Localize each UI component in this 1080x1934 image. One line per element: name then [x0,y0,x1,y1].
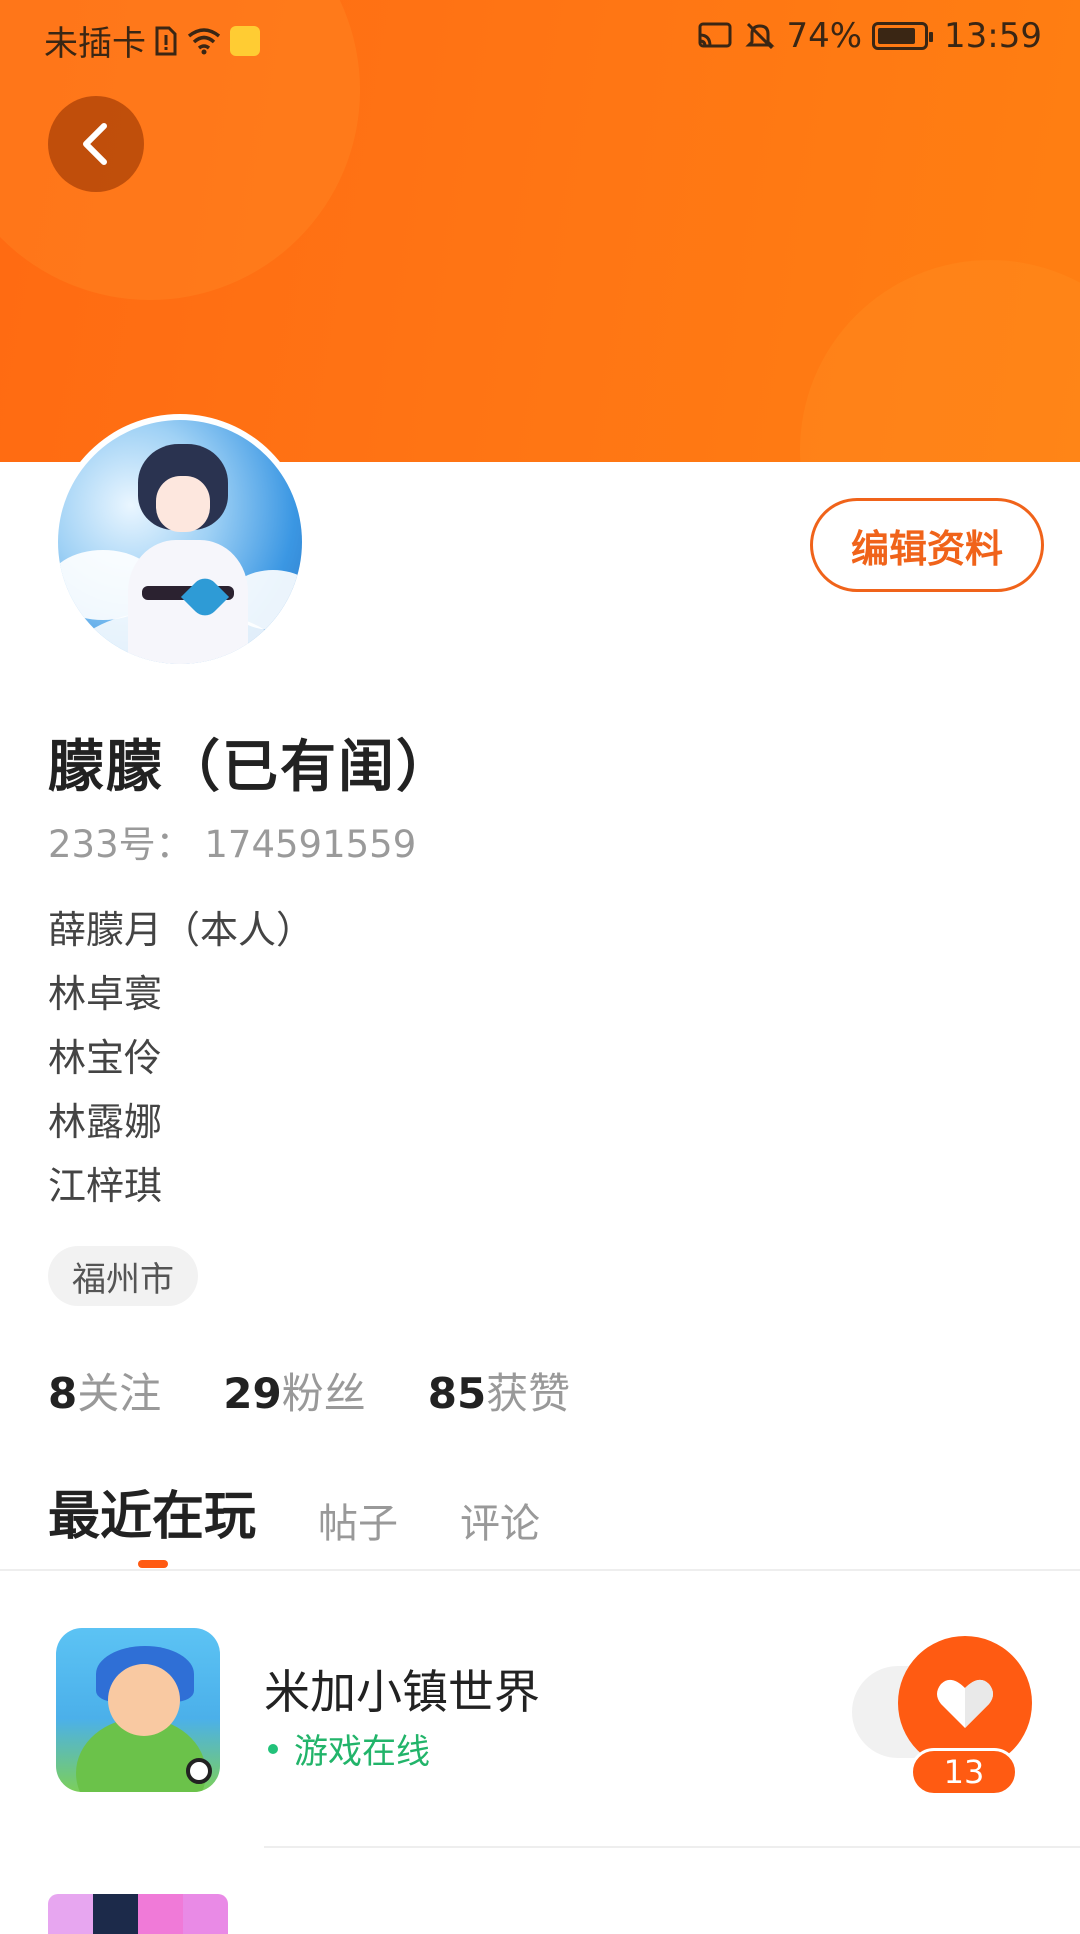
likes-count: 85 [427,1369,487,1418]
tabs-divider [0,1569,1080,1571]
fans-count: 29 [223,1369,282,1418]
banner-decoration [800,260,1080,462]
bio-line: 林宝伶 [48,1036,163,1080]
following-label: 关注 [77,1369,162,1418]
game-list-item[interactable]: 米加小镇世界 游戏在线 13 [0,1620,1080,1800]
game-title: 米加小镇世界 [264,1665,540,1719]
likes-stat[interactable]: 85获赞 [428,1360,570,1421]
bio-line: 林卓寰 [48,972,163,1016]
like-count-badge: 13 [910,1748,1018,1796]
carrier-text: 未插卡 [44,24,146,64]
profile-tabs: 最近在玩 帖子 评论 [48,1474,540,1549]
bell-off-icon [745,22,776,50]
heart-icon [937,1679,993,1728]
bio: 薛朦月（本人） 林卓寰 林宝伶 林露娜 江梓琪 [48,898,314,1218]
back-button[interactable] [48,96,144,192]
active-tab-indicator [138,1560,168,1568]
tab-posts[interactable]: 帖子 [318,1491,398,1549]
list-divider [264,1846,1080,1848]
game-app-icon[interactable] [56,1628,220,1792]
avatar[interactable] [52,414,308,670]
fans-label: 粉丝 [281,1369,366,1418]
stats-row: 8关注 29粉丝 85获赞 [48,1360,570,1421]
likes-label: 获赞 [486,1369,571,1418]
bio-line: 薛朦月（本人） [48,908,315,952]
fans-stat[interactable]: 29粉丝 [223,1360,365,1421]
cast-icon [698,22,732,48]
sim-alert-icon [155,26,177,55]
wifi-icon [187,27,221,54]
game-online-status: 游戏在线 [268,1724,430,1773]
following-stat[interactable]: 8关注 [48,1360,161,1421]
following-count: 8 [48,1369,78,1418]
chevron-left-icon [83,123,107,165]
game-status-text: 游戏在线 [294,1732,430,1772]
clock: 13:59 [944,16,1042,56]
user-id: 233号： 174591559 [48,823,417,866]
game-app-icon-partial[interactable] [48,1894,228,1934]
tab-recently-played[interactable]: 最近在玩 [48,1474,256,1549]
bio-line: 江梓琪 [48,1164,163,1208]
location-tag: 福州市 [48,1246,198,1306]
online-dot-icon [268,1743,278,1754]
status-bar: 未插卡 74% 13:59 [0,0,1080,76]
bio-line: 林露娜 [48,1100,163,1144]
edit-profile-button[interactable]: 编辑资料 [810,498,1044,592]
battery-icon [872,22,934,50]
battery-percent: 74% [786,16,863,56]
notification-app-icon [230,25,260,56]
nickname: 朦朦（已有闺） [48,735,454,800]
tab-comments[interactable]: 评论 [460,1491,540,1549]
